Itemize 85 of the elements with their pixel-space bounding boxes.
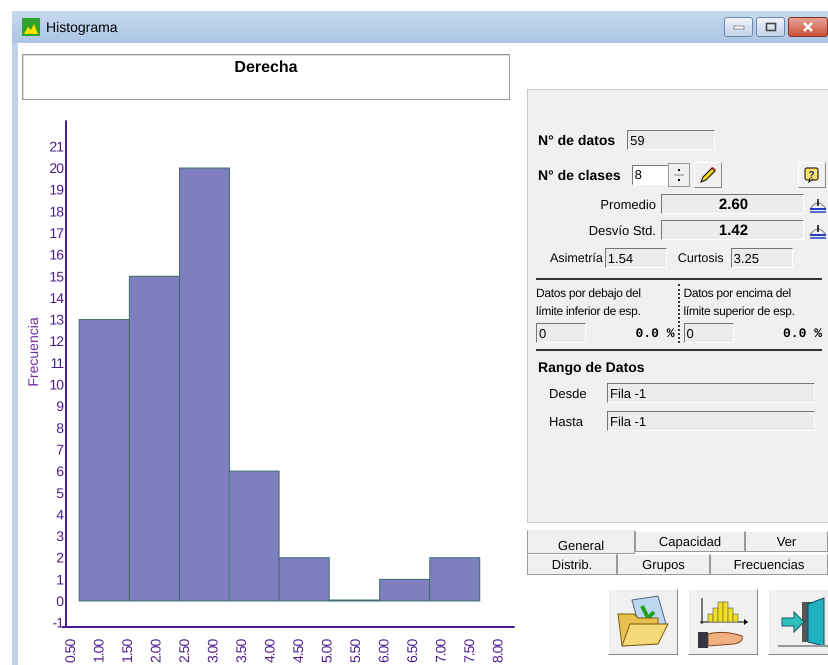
- stat-value-field: 1.42: [661, 220, 804, 240]
- field-label: N° de datos: [538, 132, 616, 148]
- x-tick-label: 7.50: [461, 640, 477, 663]
- x-tick-label: 0.50: [62, 640, 78, 663]
- x-tick-label: 3.00: [204, 640, 220, 663]
- tab[interactable]: Capacidad: [635, 531, 745, 552]
- x-tick-label: 2.00: [148, 640, 164, 663]
- x-tick-label: 4.50: [290, 640, 306, 663]
- skewness-field: 1.54: [604, 248, 667, 268]
- maximize-button[interactable]: [756, 17, 785, 37]
- spec-description: Datos por encima del límite superior de esp.: [684, 285, 796, 320]
- open-file-button[interactable]: [608, 589, 678, 655]
- x-tick-label: 6.50: [404, 640, 420, 663]
- exit-button[interactable]: [768, 589, 828, 655]
- range-field: Fila -1: [607, 383, 815, 403]
- field-label: Desvío Std.: [588, 222, 656, 238]
- tab[interactable]: Frecuencias: [710, 554, 828, 575]
- y-tick-label: 14: [49, 290, 63, 306]
- y-axis-label: Frecuencia: [25, 317, 41, 387]
- stat-value-field: 2.60: [661, 194, 804, 214]
- x-tick-label: 3.50: [233, 640, 249, 663]
- y-tick-label: 13: [49, 312, 63, 328]
- percent-value: 0.0 %: [635, 326, 674, 340]
- x-tick-label: 1.00: [90, 640, 106, 663]
- close-icon: [802, 22, 814, 32]
- minimize-icon: [732, 24, 744, 30]
- classes-input[interactable]: 8: [632, 165, 668, 185]
- x-tick-label: 7.00: [432, 640, 448, 663]
- count-field: 0: [684, 323, 734, 343]
- field-label: Hasta: [549, 414, 584, 428]
- y-tick-label: 21: [49, 138, 63, 154]
- y-tick-label: 9: [56, 398, 63, 414]
- y-tick-label: 2: [56, 550, 63, 566]
- histogram-icon: [22, 18, 40, 36]
- y-tick-label: 15: [49, 268, 63, 284]
- x-tick-label: 8.00: [490, 640, 506, 663]
- tab[interactable]: General: [527, 530, 635, 554]
- y-tick-label: 7: [56, 441, 63, 458]
- field-label: N° de clases: [538, 167, 621, 183]
- y-tick-label: 19: [49, 182, 63, 198]
- tab[interactable]: Grupos: [617, 554, 710, 575]
- y-tick-label: 20: [49, 160, 63, 176]
- percent-value: 0.0 %: [782, 326, 822, 340]
- y-tick-label: 4: [56, 506, 63, 522]
- section-title: Rango de Datos: [538, 359, 646, 375]
- field-label: Promedio: [599, 196, 656, 212]
- x-tick-label: 5.00: [318, 640, 334, 663]
- histogram-button[interactable]: [688, 589, 758, 655]
- maximize-icon: [764, 22, 776, 32]
- y-tick-label: 3: [56, 528, 63, 544]
- count-field: 59: [627, 130, 716, 150]
- count-field: 0: [536, 323, 586, 343]
- y-tick-label: 18: [49, 203, 63, 220]
- range-field: Fila -1: [607, 411, 815, 431]
- spinner-icon: [674, 166, 684, 184]
- kurtosis-field: 3.25: [730, 248, 793, 268]
- tab[interactable]: Ver: [745, 531, 828, 552]
- chart-title: Derecha: [22, 54, 510, 100]
- y-tick-label: 16: [49, 246, 63, 263]
- field-label: Curtosis: [678, 251, 724, 265]
- edit-button[interactable]: [694, 162, 722, 188]
- window-title: Histograma: [46, 19, 118, 35]
- y-tick-label: 10: [49, 376, 63, 392]
- x-tick-label: 2.50: [176, 640, 192, 663]
- help-button[interactable]: ?: [798, 162, 826, 188]
- spec-description: Datos por debajo del límite inferior de esp.: [536, 285, 642, 320]
- tab[interactable]: Distrib.: [527, 554, 617, 575]
- x-tick-label: 5.50: [347, 640, 363, 663]
- y-tick-label: 17: [49, 224, 63, 241]
- minimize-button[interactable]: [724, 17, 753, 37]
- y-tick-label: 8: [56, 420, 63, 436]
- x-tick-label: 4.00: [262, 640, 278, 663]
- spinner-button[interactable]: [668, 163, 690, 187]
- close-button[interactable]: [788, 17, 828, 37]
- y-tick-label: 6: [56, 463, 63, 480]
- x-tick-label: 1.50: [119, 640, 135, 663]
- y-tick-label: 0: [56, 593, 63, 609]
- field-label: Asimetría: [550, 251, 603, 265]
- x-tick-label: 6.00: [376, 640, 392, 663]
- y-tick-label: 1: [56, 571, 63, 588]
- y-tick-label: 12: [49, 333, 63, 350]
- y-tick-label: 11: [50, 354, 63, 371]
- y-tick-label: 5: [56, 484, 63, 501]
- field-label: Desde: [549, 386, 588, 400]
- pencil-icon: [698, 165, 718, 185]
